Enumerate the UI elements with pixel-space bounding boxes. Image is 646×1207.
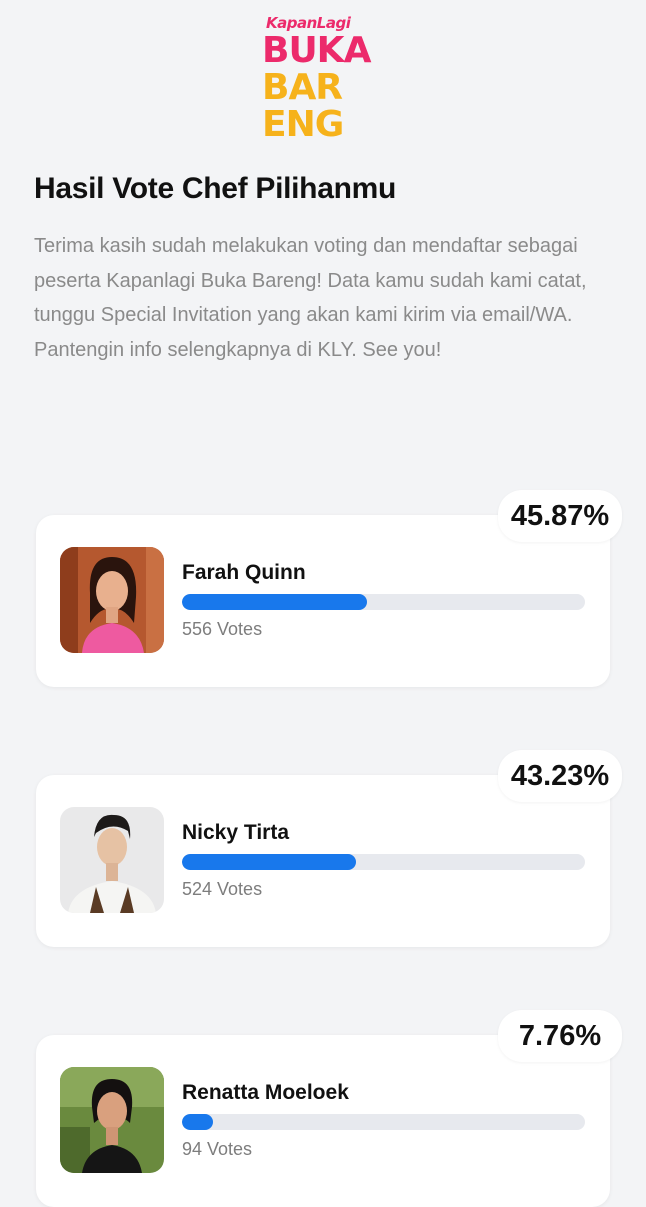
logo-line-1: BUKA: [262, 30, 371, 71]
vote-progress-bar: [182, 1114, 585, 1130]
page-title: Hasil Vote Chef Pilihanmu: [34, 172, 397, 205]
chef-photo-farah-quinn: [60, 547, 164, 653]
vote-progress-fill: [182, 854, 357, 870]
chef-photo-nicky-tirta: [60, 807, 164, 913]
woman-portrait-icon: [60, 1067, 164, 1173]
logo-line-3: ENG: [262, 104, 344, 145]
logo-line-2: BAR: [262, 67, 343, 108]
vote-progress-bar: [182, 594, 585, 610]
chef-photo-renatta-moeloek: [60, 1067, 164, 1173]
vote-percentage-badge: 7.76%: [498, 1010, 622, 1062]
vote-progress-fill: [182, 1114, 214, 1130]
chef-name: Nicky Tirta: [182, 821, 289, 844]
vote-count: 524 Votes: [182, 879, 263, 899]
man-portrait-icon: [60, 807, 164, 913]
woman-portrait-icon: [60, 547, 164, 653]
vote-percentage-badge: 43.23%: [498, 750, 622, 802]
kapanlagi-buka-bareng-logo: KapanLagi BUKA BAR ENG: [262, 14, 386, 154]
vote-count: 556 Votes: [182, 619, 263, 639]
vote-progress-bar: [182, 854, 585, 870]
vote-percentage-badge: 45.87%: [498, 490, 622, 542]
intro-text: Terima kasih sudah melakukan voting dan …: [34, 235, 587, 361]
vote-count: 94 Votes: [182, 1139, 253, 1159]
chef-name: Renatta Moeloek: [182, 1081, 349, 1104]
vote-progress-fill: [182, 594, 367, 610]
chef-name: Farah Quinn: [182, 561, 306, 584]
